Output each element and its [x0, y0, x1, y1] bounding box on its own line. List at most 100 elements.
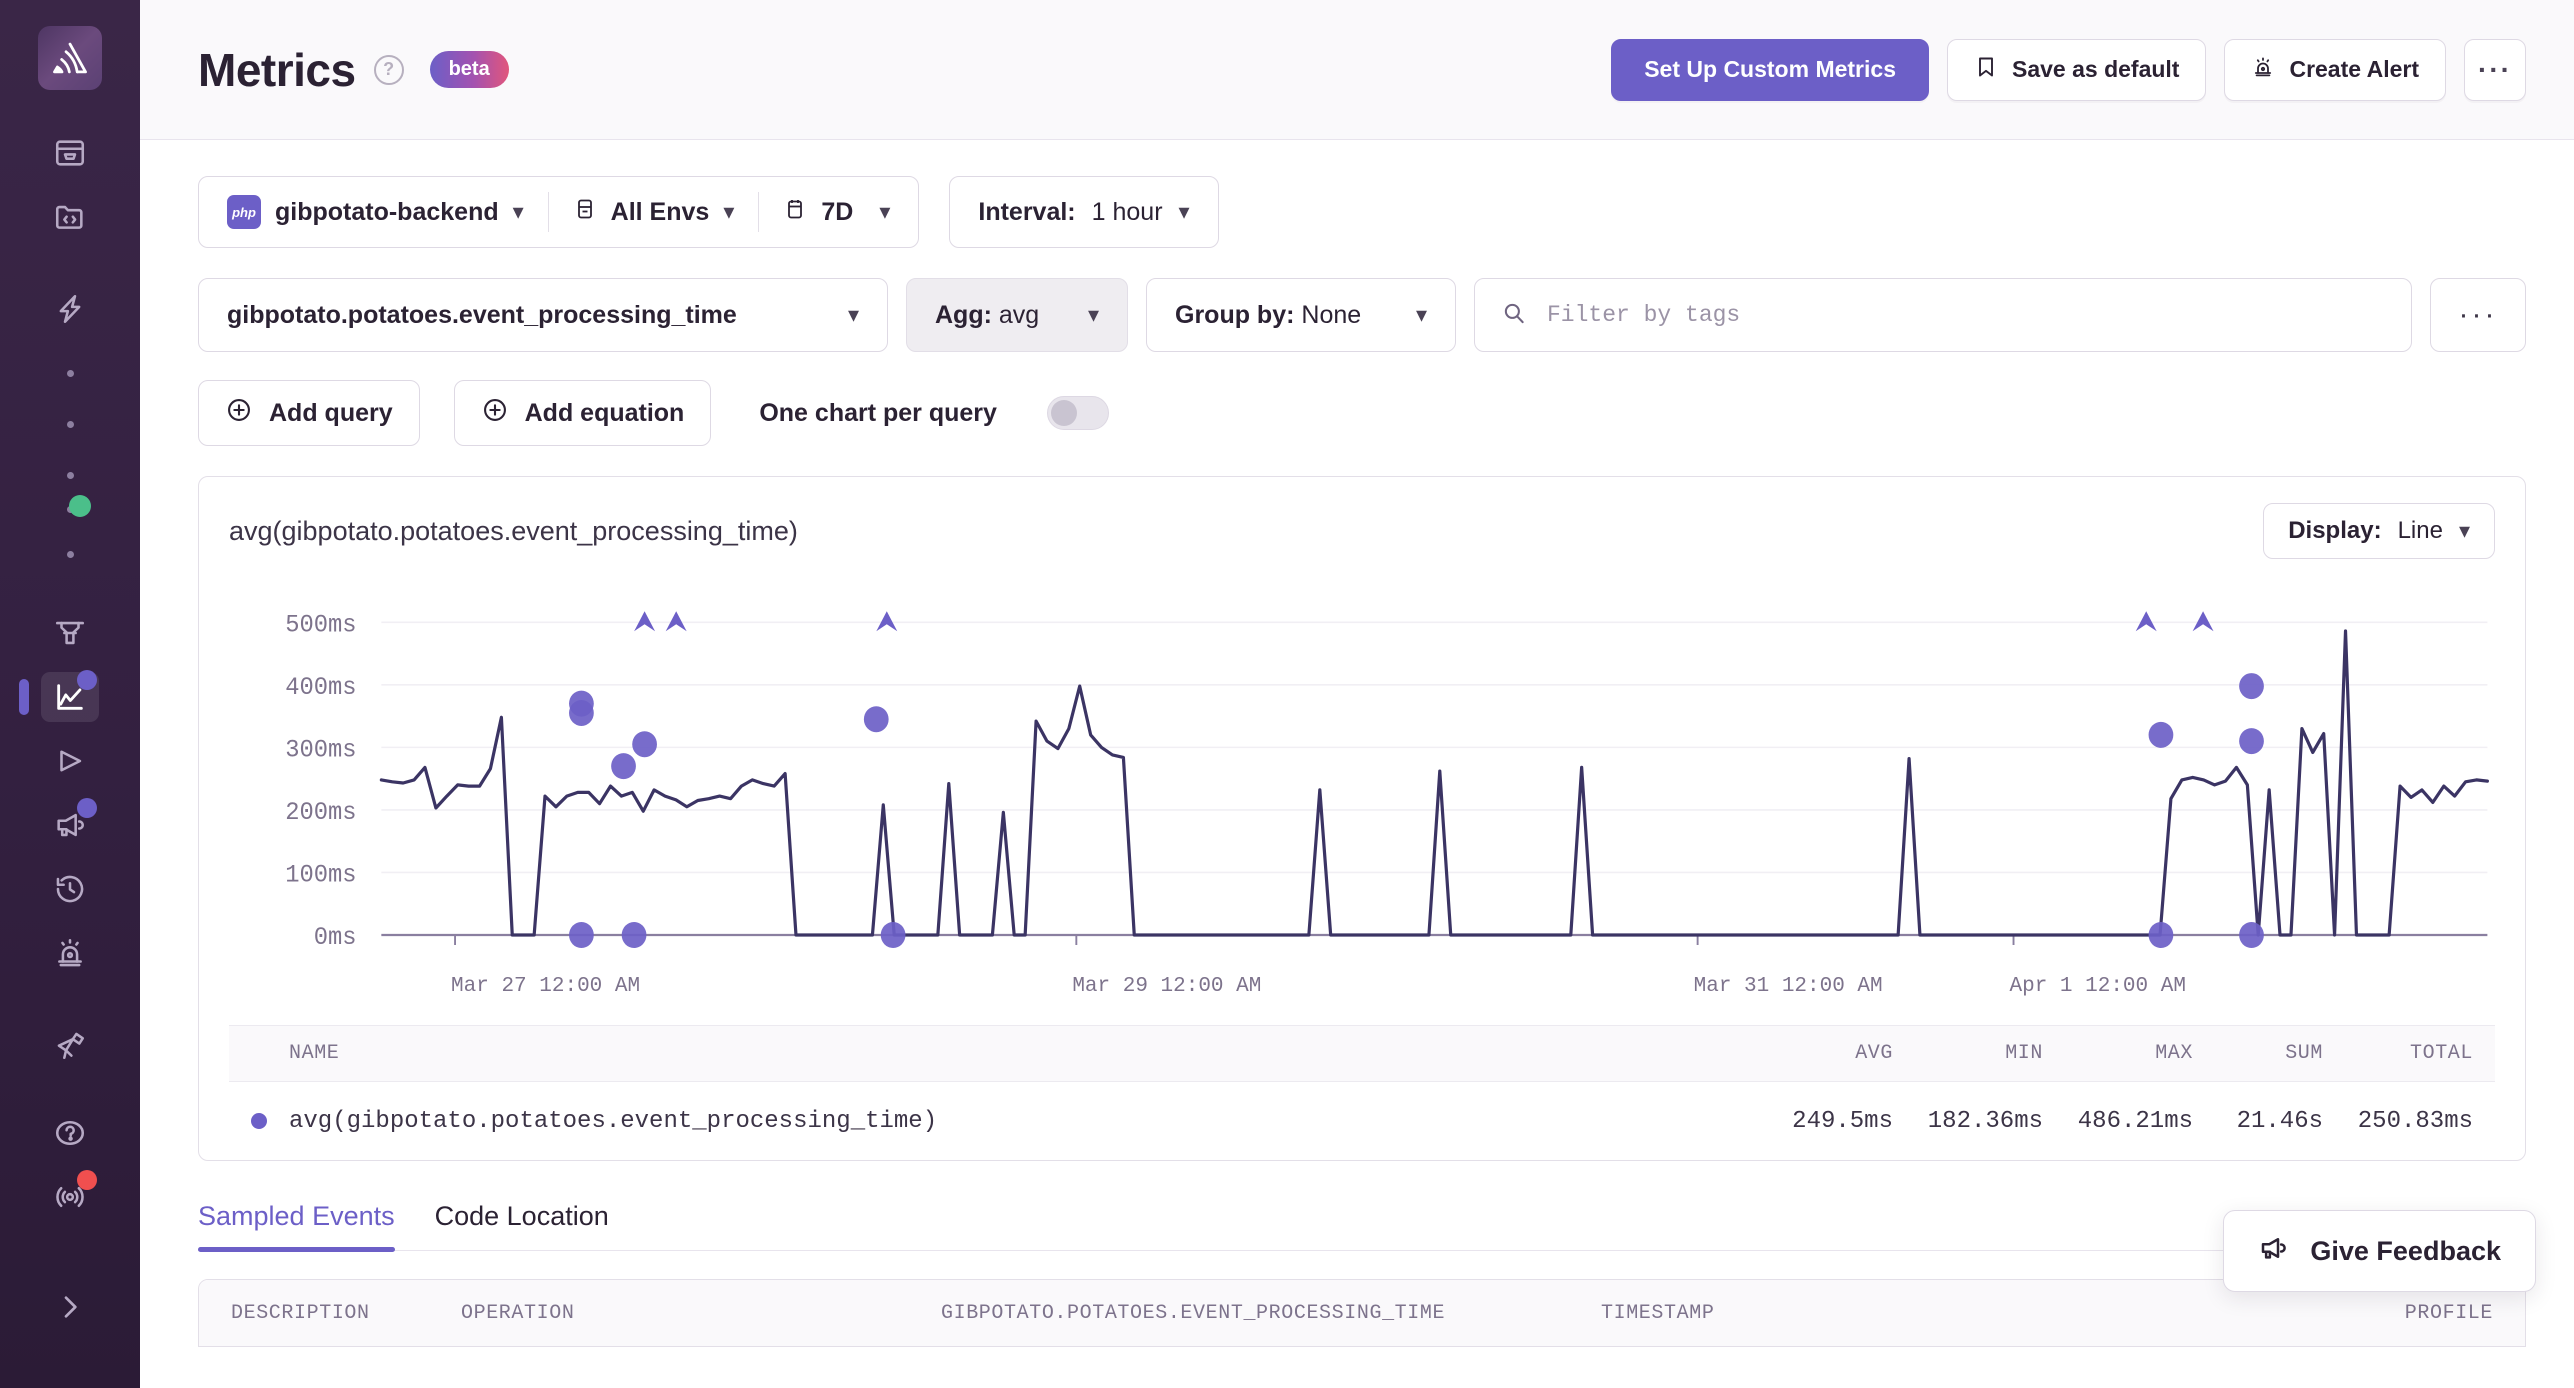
main-area: Metrics ? beta Set Up Custom Metrics Sav…	[140, 0, 2574, 1388]
metric-selector[interactable]: gibpotato.potatoes.event_processing_time…	[198, 278, 888, 352]
one-chart-per-query-label: One chart per query	[759, 398, 997, 427]
toggle-knob	[1050, 400, 1077, 426]
chevron-down-icon: ▾	[512, 199, 524, 224]
sidebar-item-metrics[interactable]	[19, 670, 99, 722]
tag-filter-input[interactable]: Filter by tags	[1474, 278, 2412, 352]
sample-marker-triangle[interactable]	[665, 611, 687, 632]
column-header-min: MIN	[2005, 1042, 2043, 1065]
page-title: Metrics	[198, 43, 356, 96]
set-up-custom-metrics-button[interactable]: Set Up Custom Metrics	[1611, 38, 1929, 101]
tab-code-location[interactable]: Code Location	[435, 1201, 609, 1250]
x-axis-tick-label: Mar 27 12:00 AM	[451, 975, 641, 998]
sample-marker-triangle[interactable]	[634, 611, 656, 632]
column-header-name: NAME	[289, 1042, 340, 1065]
environment-selector[interactable]: All Envs ▾	[549, 181, 759, 243]
display-type-selector[interactable]: Display: Line ▾	[2263, 503, 2495, 559]
sidebar-item-replays[interactable]	[41, 736, 99, 786]
megaphone-icon	[2258, 1233, 2288, 1270]
sample-marker-circle[interactable]	[611, 753, 636, 780]
tab-sampled-events[interactable]: Sampled Events	[198, 1201, 395, 1252]
query-more-button[interactable]: ···	[2430, 278, 2526, 352]
sidebar-item-performance[interactable]	[41, 284, 99, 334]
aggregation-selector[interactable]: Agg: avg ▾	[906, 278, 1128, 352]
sample-marker-circle[interactable]	[880, 922, 906, 948]
query-bar: gibpotato.potatoes.event_processing_time…	[198, 278, 2526, 352]
notification-badge	[77, 798, 97, 818]
legend-table-header: NAME AVG MIN MAX SUM TOTAL	[229, 1026, 2495, 1082]
legend-max-value: 486.21ms	[2077, 1107, 2193, 1135]
chart-canvas[interactable]: 0ms 100ms 200ms 300ms 400ms 500ms	[229, 573, 2495, 973]
plus-circle-icon	[481, 396, 509, 431]
sidebar-item-dot-5[interactable]	[66, 551, 74, 558]
date-range-selector[interactable]: 7D ▾	[759, 181, 914, 243]
sidebar-item-history[interactable]	[41, 864, 99, 914]
agg-label: Agg:	[935, 300, 992, 329]
sample-marker-triangle[interactable]	[2135, 611, 2157, 632]
environment-icon	[573, 196, 597, 229]
chevron-down-icon: ▾	[847, 302, 859, 327]
sidebar-item-issues[interactable]	[41, 128, 99, 178]
sidebar-item-dot-4[interactable]	[41, 495, 99, 517]
project-selector[interactable]: php gibpotato-backend ▾	[203, 181, 548, 243]
sample-marker-circle[interactable]	[863, 706, 889, 733]
one-chart-per-query-toggle[interactable]	[1046, 396, 1109, 430]
create-alert-button[interactable]: Create Alert	[2224, 38, 2446, 101]
sidebar-item-projects[interactable]	[41, 192, 99, 242]
series-color-dot	[251, 1113, 267, 1129]
sidebar-item-broadcasts[interactable]	[41, 1170, 99, 1222]
save-as-default-button[interactable]: Save as default	[1946, 38, 2207, 101]
header-actions: Set Up Custom Metrics Save as default Cr…	[1611, 38, 2526, 101]
metrics-line-chart[interactable]: 0ms 100ms 200ms 300ms 400ms 500ms	[229, 573, 2495, 973]
sample-marker-circle[interactable]	[569, 922, 594, 948]
sidebar-item-crons[interactable]	[41, 608, 99, 658]
sidebar-item-discover[interactable]	[41, 1020, 99, 1070]
add-query-label: Add query	[269, 398, 393, 427]
display-label: Display:	[2288, 517, 2382, 544]
page-header: Metrics ? beta Set Up Custom Metrics Sav…	[140, 0, 2574, 140]
chart-panel-header: avg(gibpotato.potatoes.event_processing_…	[229, 503, 2495, 559]
sidebar-item-user-feedback[interactable]	[41, 798, 99, 850]
sample-marker-circle[interactable]	[2148, 922, 2174, 948]
legend-min-value: 182.36ms	[1927, 1107, 2043, 1135]
sample-marker-circle[interactable]	[2239, 673, 2264, 700]
interval-selector[interactable]: Interval: 1 hour ▾	[949, 176, 1219, 248]
add-equation-label: Add equation	[524, 398, 685, 427]
sample-marker-circle[interactable]	[621, 922, 647, 948]
legend-series-name-cell: avg(gibpotato.potatoes.event_processing_…	[251, 1108, 1743, 1135]
date-range-label: 7D	[821, 197, 854, 226]
sample-marker-triangle[interactable]	[2192, 611, 2214, 632]
column-header-description: DESCRIPTION	[231, 1301, 370, 1325]
add-query-button[interactable]: Add query	[198, 380, 420, 446]
global-filter-bar: php gibpotato-backend ▾ All Envs ▾ 7D ▾ …	[198, 176, 2526, 248]
sample-marker-circle[interactable]	[2239, 728, 2264, 755]
header-more-button[interactable]: ···	[2464, 38, 2526, 101]
sidebar-expand-button[interactable]	[41, 1282, 99, 1332]
column-header-total: TOTAL	[2409, 1042, 2473, 1065]
sample-marker-circle[interactable]	[569, 690, 594, 717]
sentry-logo-icon[interactable]	[38, 26, 102, 90]
status-badge-green	[69, 495, 91, 517]
events-table-header: DESCRIPTION OPERATION GIBPOTATO.POTATOES…	[199, 1280, 2525, 1346]
environment-label: All Envs	[610, 197, 710, 226]
sidebar-item-dot-3[interactable]	[66, 472, 74, 479]
sample-marker-circle[interactable]	[2148, 721, 2174, 748]
help-question-icon[interactable]: ?	[373, 54, 404, 85]
sample-marker-circle[interactable]	[632, 731, 657, 758]
sample-marker-triangle[interactable]	[876, 611, 898, 632]
chevron-down-icon: ▾	[723, 199, 735, 224]
group-by-selector[interactable]: Group by: None ▾	[1146, 278, 1456, 352]
save-as-default-label: Save as default	[2011, 56, 2180, 82]
column-header-metric: GIBPOTATO.POTATOES.EVENT_PROCESSING_TIME	[941, 1301, 1446, 1325]
php-platform-icon: php	[227, 195, 261, 229]
sidebar-item-help[interactable]	[41, 1108, 99, 1158]
agg-value: avg	[998, 300, 1040, 329]
sidebar-item-alerts[interactable]	[41, 928, 99, 978]
legend-table-row[interactable]: avg(gibpotato.potatoes.event_processing_…	[229, 1082, 2495, 1160]
sidebar-item-dot-1[interactable]	[66, 370, 74, 377]
series-line	[381, 631, 2487, 935]
bottom-tabs: Sampled Events Code Location	[198, 1201, 2526, 1252]
give-feedback-button[interactable]: Give Feedback	[2223, 1210, 2536, 1292]
add-equation-button[interactable]: Add equation	[453, 380, 712, 446]
sample-marker-circle[interactable]	[2239, 922, 2264, 948]
sidebar-item-dot-2[interactable]	[66, 421, 74, 428]
